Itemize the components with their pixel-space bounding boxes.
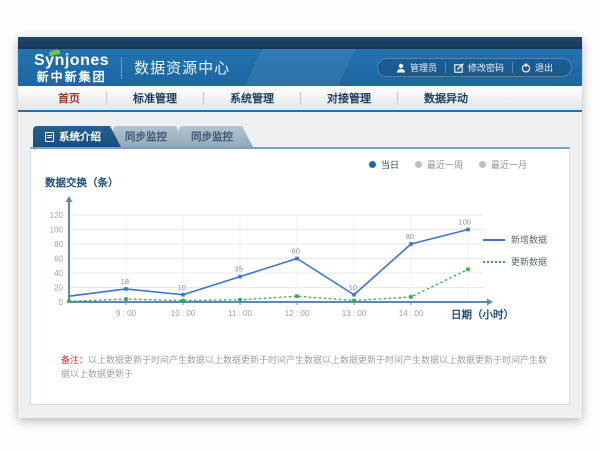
radio-dot-icon: [369, 161, 376, 168]
nav-item-interface-mgmt[interactable]: 对接管理: [301, 90, 397, 106]
svg-text:13 : 00: 13 : 00: [342, 309, 367, 318]
svg-text:10: 10: [178, 283, 186, 292]
filter-label: 最近一周: [427, 158, 463, 171]
main-nav: 首页 标准管理 系统管理 对接管理 数据异动: [18, 86, 582, 112]
radio-dot-icon: [479, 161, 486, 168]
nav-item-standard-mgmt[interactable]: 标准管理: [107, 90, 203, 106]
x-axis-title: 日期（小时）: [451, 307, 514, 322]
top-accent-bar: [18, 37, 582, 49]
app-window: Synjones 新中新集团 数据资源中心 管理员: [18, 37, 582, 418]
user-icon: [396, 63, 406, 73]
user-menu: 管理员 修改密码 退出: [377, 58, 572, 77]
svg-text:80: 80: [406, 232, 414, 241]
chart-legend: 新增数据 更新数据: [483, 233, 547, 268]
app-header: Synjones 新中新集团 数据资源中心 管理员: [18, 49, 582, 86]
tab-label: 同步监控: [125, 129, 167, 144]
filter-last-week[interactable]: 最近一周: [415, 158, 463, 171]
legend-label: 新增数据: [511, 233, 547, 246]
svg-text:100: 100: [50, 226, 64, 235]
tab-sync-monitor-1[interactable]: 同步监控: [113, 126, 187, 147]
tab-label: 系统介绍: [59, 129, 101, 144]
svg-text:11 : 00: 11 : 00: [228, 309, 252, 318]
logout-icon: [521, 63, 531, 73]
svg-text:60: 60: [292, 247, 300, 256]
edit-icon: [454, 63, 464, 73]
header-divider: [121, 57, 122, 79]
legend-entry-new-data[interactable]: 新增数据: [483, 233, 547, 246]
page-background: Synjones 新中新集团 数据资源中心 管理员: [0, 0, 600, 450]
svg-text:60: 60: [54, 255, 63, 264]
page-title: 数据资源中心: [134, 57, 230, 78]
footnote: 备注：以上数据更新于时间产生数据以上数据更新于时间产生数据以上数据更新于时间产生…: [61, 354, 549, 381]
footnote-text: 以上数据更新于时间产生数据以上数据更新于时间产生数据以上数据更新于时间产生数据以…: [61, 355, 547, 379]
svg-text:80: 80: [54, 240, 63, 249]
svg-text:14 : 00: 14 : 00: [399, 309, 424, 318]
logout-label: 退出: [535, 61, 553, 74]
svg-text:120: 120: [50, 211, 64, 220]
change-password-label: 修改密码: [468, 61, 504, 74]
tab-system-intro[interactable]: 系统介绍: [33, 126, 121, 147]
logout-button[interactable]: 退出: [513, 61, 561, 74]
current-user-button[interactable]: 管理员: [388, 61, 445, 74]
chart-panel: 当日 最近一周 最近一月 数据交换（条） 0 20 40 60 80 100 120 9 : …: [30, 147, 570, 405]
svg-text:18: 18: [121, 277, 129, 286]
tab-bar: 系统介绍 同步监控 同步监控: [33, 126, 570, 147]
nav-item-system-mgmt[interactable]: 系统管理: [204, 90, 300, 106]
svg-text:10 : 00: 10 : 00: [171, 309, 196, 318]
legend-label: 更新数据: [511, 255, 547, 268]
svg-text:10: 10: [349, 283, 357, 292]
company-logo: Synjones 新中新集团: [34, 53, 109, 83]
filter-today[interactable]: 当日: [369, 158, 399, 171]
filter-label: 当日: [381, 158, 399, 171]
legend-line-icon: [483, 239, 505, 241]
tab-label: 同步监控: [191, 129, 233, 144]
logo-text-en: Synjones: [34, 53, 109, 69]
svg-text:20: 20: [54, 284, 63, 293]
legend-entry-updated-data[interactable]: 更新数据: [483, 255, 547, 268]
logo-text-cn: 新中新集团: [34, 71, 109, 83]
filter-label: 最近一月: [491, 158, 527, 171]
content-area: 系统介绍 同步监控 同步监控 当日 最近一周: [18, 112, 582, 405]
nav-item-home[interactable]: 首页: [32, 90, 106, 106]
svg-text:35: 35: [235, 265, 243, 274]
svg-text:0: 0: [59, 298, 64, 307]
radio-dot-icon: [415, 161, 422, 168]
filter-last-month[interactable]: 最近一月: [479, 158, 527, 171]
document-icon: [45, 132, 54, 142]
change-password-button[interactable]: 修改密码: [446, 61, 512, 74]
svg-text:12 : 00: 12 : 00: [285, 309, 310, 318]
svg-text:40: 40: [54, 269, 63, 278]
legend-line-icon: [483, 261, 505, 263]
tab-sync-monitor-2[interactable]: 同步监控: [179, 126, 253, 147]
time-range-filters: 当日 最近一周 最近一月: [369, 158, 527, 171]
svg-text:9 : 00: 9 : 00: [116, 309, 137, 318]
nav-item-data-change[interactable]: 数据异动: [398, 90, 494, 106]
user-name-label: 管理员: [410, 61, 437, 74]
y-axis-title: 数据交换（条）: [45, 175, 119, 190]
svg-text:100: 100: [458, 218, 471, 227]
footnote-prefix: 备注：: [61, 355, 88, 365]
